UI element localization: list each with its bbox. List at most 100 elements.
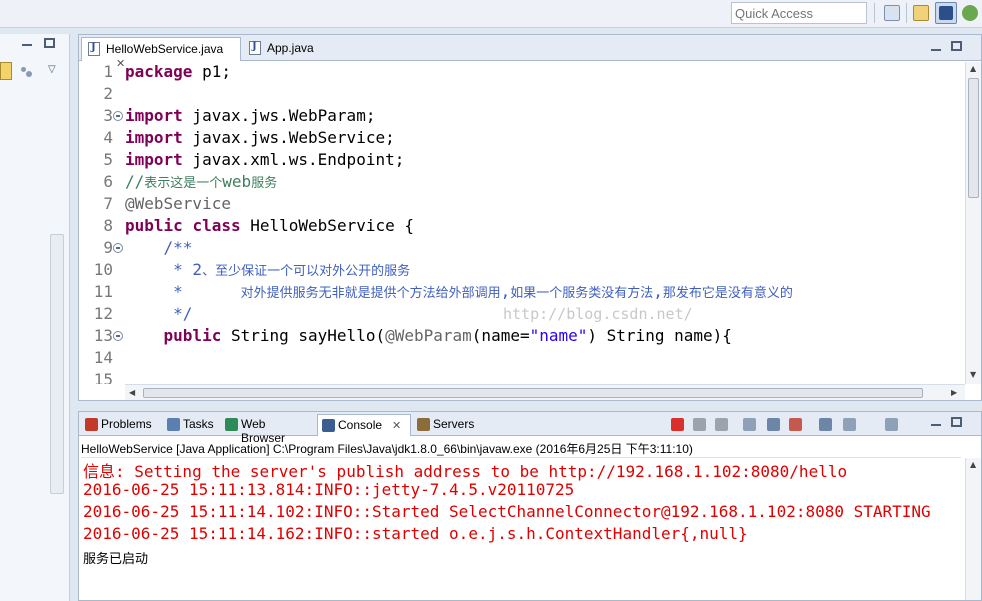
code-token: * 2	[125, 260, 203, 279]
line-number: 9	[103, 238, 113, 257]
editor-vertical-scrollbar[interactable]: ▲ ▼	[965, 62, 981, 384]
scroll-up-icon[interactable]: ▲	[970, 64, 976, 73]
chevron-down-icon[interactable]: ▽	[48, 64, 56, 75]
console-output[interactable]: 信息: Setting the server's publish address…	[83, 458, 963, 598]
tab-app-java[interactable]: App.java	[243, 37, 333, 61]
tab-web-browser[interactable]: Web Browser	[221, 414, 315, 445]
code-token: p1;	[192, 62, 231, 81]
tab-problems[interactable]: Problems	[81, 414, 161, 436]
code-token: "name"	[529, 326, 588, 345]
clear-console-icon[interactable]	[743, 418, 756, 431]
code-token: import	[125, 106, 183, 125]
code-text: @WebService	[125, 194, 231, 213]
code-token: 如果一个服务类没有方法	[510, 286, 654, 301]
code-text: import javax.jws.WebService;	[125, 128, 395, 147]
servers-icon	[417, 418, 430, 431]
code-token: class	[192, 216, 241, 235]
close-icon[interactable]: ✕	[392, 419, 401, 432]
line-number: 11	[93, 282, 113, 301]
java-ee-perspective-icon	[939, 6, 953, 20]
left-scrollbar[interactable]	[50, 234, 64, 494]
minimize-icon[interactable]	[931, 49, 941, 51]
scroll-thumb[interactable]	[968, 78, 979, 198]
java-file-icon	[249, 41, 261, 55]
line-number: 3	[103, 106, 113, 125]
scroll-lock-icon[interactable]	[767, 418, 780, 431]
link-editor-icon[interactable]	[0, 62, 12, 80]
code-text: import javax.xml.ws.Endpoint;	[125, 150, 404, 169]
pin-console-icon[interactable]	[819, 418, 832, 431]
code-token: */	[125, 304, 193, 323]
tab-console[interactable]: Console ✕	[317, 414, 411, 436]
console-process-description: HelloWebService [Java Application] C:\Pr…	[81, 438, 961, 458]
terminate-icon[interactable]	[671, 418, 684, 431]
tab-tasks[interactable]: Tasks	[163, 414, 219, 436]
line-number: 14	[93, 348, 113, 367]
code-text: //表示这是一个web服务	[125, 172, 277, 191]
maximize-icon[interactable]	[951, 417, 962, 427]
tab-label: HelloWebService.java	[106, 42, 224, 56]
maximize-icon[interactable]	[44, 38, 55, 48]
code-area[interactable]: 1 package p1; 2 3 import javax.jws.WebParam;…	[79, 62, 965, 384]
debug-perspective-icon[interactable]	[962, 5, 978, 21]
resource-perspective-icon[interactable]	[913, 5, 929, 21]
remove-all-icon[interactable]	[715, 418, 728, 431]
fold-toggle-icon[interactable]	[113, 243, 123, 253]
console-line: 2016-06-25 15:11:14.162:INFO::started o.…	[83, 524, 748, 543]
editor-horizontal-scrollbar[interactable]: ◀ ▶	[125, 384, 965, 400]
code-token: javax.jws.WebService;	[182, 128, 395, 147]
maximize-icon[interactable]	[951, 41, 962, 51]
code-token: javax.jws.WebParam;	[182, 106, 376, 125]
view-menu-icon[interactable]	[20, 66, 34, 78]
fold-toggle-icon[interactable]	[113, 111, 123, 121]
code-token: @WebService	[125, 194, 231, 213]
code-token: 表示这是一个	[144, 176, 223, 191]
line-number: 2	[103, 84, 113, 103]
code-token: package	[125, 62, 193, 81]
code-token: ,	[653, 282, 663, 301]
code-text: * 对外提供服务无非就是提供个方法给外部调用,如果一个服务类没有方法,那发布它是…	[125, 282, 793, 301]
line-number: 4	[103, 128, 113, 147]
tab-label: Tasks	[183, 417, 214, 431]
code-text: * 2、至少保证一个可以对外公开的服务	[125, 260, 410, 279]
watermark-text: http://blog.csdn.net/	[503, 305, 693, 323]
open-console-icon[interactable]	[885, 418, 898, 431]
scroll-left-icon[interactable]: ◀	[129, 388, 135, 397]
toolbar-separator	[906, 3, 907, 23]
toolbar-separator	[874, 3, 875, 23]
code-token: /**	[125, 238, 193, 257]
remove-launch-icon[interactable]	[693, 418, 706, 431]
package-explorer-minimized: ▽	[0, 34, 70, 601]
line-number: 5	[103, 150, 113, 169]
code-text: import javax.jws.WebParam;	[125, 106, 375, 125]
code-token: ) String name){	[587, 326, 732, 345]
line-number: 6	[103, 172, 113, 191]
code-token: *	[125, 282, 241, 301]
globe-icon	[225, 418, 238, 431]
scroll-up-icon[interactable]: ▲	[970, 460, 976, 469]
tab-servers[interactable]: Servers	[413, 414, 475, 436]
java-file-icon	[88, 42, 100, 56]
open-perspective-icon[interactable]	[884, 5, 900, 21]
code-token: 那发布它是没有意义的	[662, 286, 793, 301]
console-vertical-scrollbar[interactable]: ▲	[965, 458, 981, 600]
quick-access-input[interactable]	[731, 2, 867, 24]
code-token: import	[125, 150, 183, 169]
scroll-thumb[interactable]	[143, 388, 923, 398]
word-wrap-icon[interactable]	[789, 418, 802, 431]
code-token: public	[125, 216, 183, 235]
scroll-right-icon[interactable]: ▶	[951, 388, 957, 397]
line-number: 1	[103, 62, 113, 81]
code-token: public	[163, 326, 222, 345]
scroll-down-icon[interactable]: ▼	[970, 370, 976, 379]
line-number: 15	[93, 370, 113, 384]
display-console-icon[interactable]	[843, 418, 856, 431]
code-text: public String sayHello(@WebParam(name="n…	[125, 326, 732, 345]
tab-hellowebservice-java[interactable]: HelloWebService.java ✕	[81, 37, 241, 70]
fold-toggle-icon[interactable]	[113, 331, 123, 341]
minimize-icon[interactable]	[22, 44, 32, 46]
code-token: HelloWebService {	[240, 216, 414, 235]
java-ee-perspective-button[interactable]	[935, 2, 957, 24]
minimize-icon[interactable]	[931, 424, 941, 426]
